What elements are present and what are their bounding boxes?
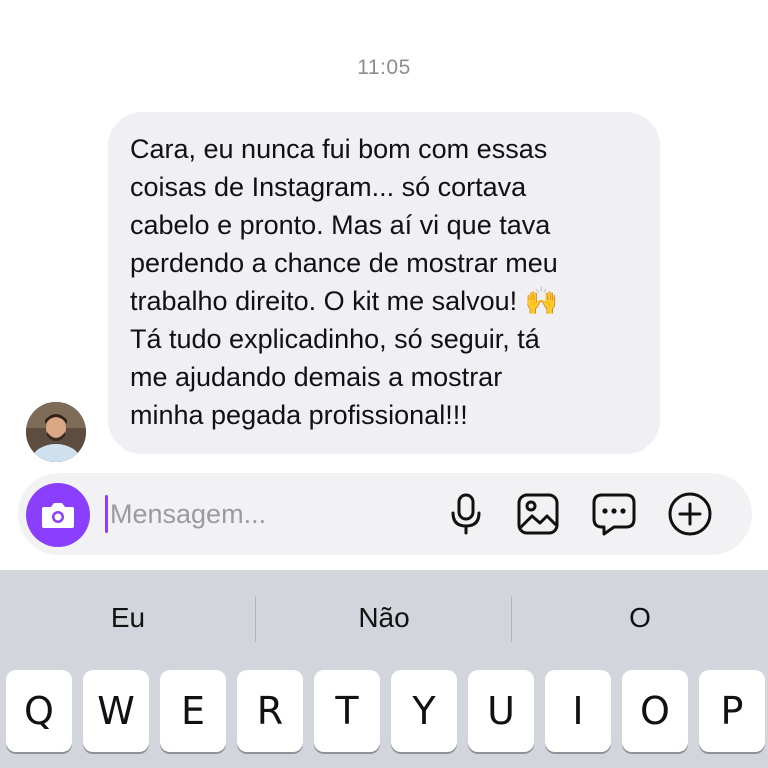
key-e[interactable]: E (160, 670, 226, 752)
chat-screen: 11:05 Cara, eu nunca fui bom com essas c… (0, 0, 768, 768)
microphone-button[interactable] (442, 490, 490, 538)
key-q[interactable]: Q (6, 670, 72, 752)
avatar-photo-icon (26, 402, 86, 462)
suggestion-item[interactable]: Não (256, 570, 512, 666)
text-cursor (105, 495, 108, 533)
gallery-icon (517, 493, 559, 535)
avatar[interactable] (26, 402, 86, 462)
key-r[interactable]: R (237, 670, 303, 752)
gallery-button[interactable] (514, 490, 562, 538)
message-text: Cara, eu nunca fui bom com essas coisas … (130, 134, 559, 430)
suggestion-item[interactable]: Eu (0, 570, 256, 666)
suggestion-bar: Eu Não O (0, 570, 768, 666)
key-y[interactable]: Y (391, 670, 457, 752)
key-p[interactable]: P (699, 670, 765, 752)
message-timestamp: 11:05 (357, 56, 411, 79)
plus-icon (668, 492, 712, 536)
camera-icon (42, 503, 74, 528)
message-input[interactable] (110, 493, 410, 535)
suggestion-item[interactable]: O (512, 570, 768, 666)
key-w[interactable]: W (83, 670, 149, 752)
sticker-chat-icon (592, 493, 636, 536)
microphone-icon (451, 493, 481, 535)
keyboard: Eu Não O Q W E R T Y U I O P (0, 570, 768, 768)
sticker-button[interactable] (590, 490, 638, 538)
more-options-button[interactable] (666, 490, 714, 538)
key-o[interactable]: O (622, 670, 688, 752)
key-u[interactable]: U (468, 670, 534, 752)
message-composer (18, 473, 752, 555)
camera-button[interactable] (26, 483, 90, 547)
received-message-bubble[interactable]: Cara, eu nunca fui bom com essas coisas … (108, 112, 660, 454)
key-i[interactable]: I (545, 670, 611, 752)
key-t[interactable]: T (314, 670, 380, 752)
